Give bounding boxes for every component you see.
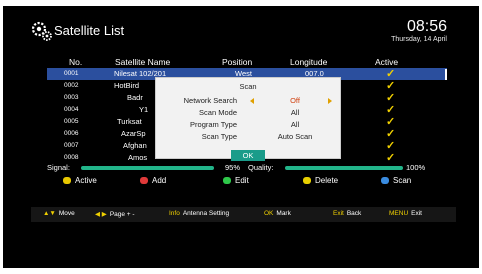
satellite-name: Turksat [117, 117, 142, 126]
legend-active[interactable]: Active [63, 176, 97, 185]
hint-exit: Exit Back [333, 210, 362, 217]
scan-type-label: Scan Type [201, 132, 237, 141]
active-check-icon[interactable]: ✓ [386, 151, 395, 164]
legend-add[interactable]: Add [140, 176, 166, 185]
tv-screen: Satellite List 08:56 Thursday, 14 April … [3, 6, 479, 268]
blue-key-icon [381, 177, 389, 184]
quality-percent: 100% [406, 163, 426, 172]
ok-button[interactable]: OK [231, 150, 265, 161]
hint-move: ▲▼ Move [43, 210, 75, 217]
row-number: 0005 [64, 118, 79, 125]
network-search-row[interactable]: Network Search Off [156, 96, 340, 107]
legend-edit[interactable]: Edit [223, 176, 249, 185]
column-header-active: Active [375, 57, 399, 67]
program-type-label: Program Type [190, 120, 237, 129]
column-header-longitude: Longitude [290, 57, 328, 67]
row-number: 0003 [64, 94, 79, 101]
column-header-no: No. [69, 57, 83, 67]
clock-time: 08:56 [406, 18, 447, 35]
row-number: 0006 [64, 130, 79, 137]
yellow-key-icon [63, 177, 71, 184]
signal-label: Signal: [47, 163, 70, 172]
satellite-name: Amos [128, 153, 148, 162]
scan-dialog: Scan Network Search Off Scan Mode All Pr… [155, 77, 341, 161]
dialog-title: Scan [239, 82, 257, 91]
gear-icon [31, 21, 52, 41]
legend-scan[interactable]: Scan [381, 176, 411, 185]
hint-ok: OK Mark [264, 210, 291, 217]
green-key-icon [223, 177, 231, 184]
scan-mode-label: Scan Mode [199, 108, 237, 117]
arrow-left-icon[interactable] [250, 98, 254, 104]
scan-mode-value[interactable]: All [273, 108, 317, 117]
signal-percent: 95% [225, 163, 241, 172]
column-header-position: Position [222, 57, 253, 67]
network-search-value[interactable]: Off [273, 96, 317, 105]
quality-label: Quality: [248, 163, 274, 172]
scan-type-row[interactable]: Scan Type Auto Scan [156, 132, 340, 143]
hint-info: Info Antenna Setting [169, 210, 230, 217]
program-type-row[interactable]: Program Type All [156, 120, 340, 131]
legend-delete[interactable]: Delete [303, 176, 338, 185]
red-key-icon [140, 177, 148, 184]
satellite-name: Y1 [139, 105, 149, 114]
arrow-right-icon[interactable] [328, 98, 332, 104]
satellite-name: Badr [127, 93, 143, 102]
signal-bar [81, 166, 214, 170]
satellite-name: AzarSp [121, 129, 146, 138]
scrollbar[interactable] [445, 69, 447, 80]
row-number: 0008 [64, 154, 79, 161]
network-search-label: Network Search [183, 96, 237, 105]
clock-date: Thursday, 14 April [391, 36, 447, 43]
row-number: 0001 [64, 70, 79, 77]
column-header-satellite-name: Satellite Name [115, 57, 171, 67]
hint-bar: ▲▼ Move ◀ ▶ Page + - Info Antenna Setting O… [31, 207, 456, 222]
yellow-key-icon [303, 177, 311, 184]
row-number: 0002 [64, 82, 79, 89]
row-number: 0004 [64, 106, 79, 113]
program-type-value[interactable]: All [273, 120, 317, 129]
satellite-name: HotBird [114, 81, 140, 90]
hint-menu: MENU Exit [389, 210, 422, 217]
satellite-name: Afghan [123, 141, 147, 150]
scan-type-value[interactable]: Auto Scan [273, 132, 317, 141]
page-title: Satellite List [54, 23, 125, 38]
row-number: 0007 [64, 142, 79, 149]
hint-page: ◀ ▶ Page + - [95, 211, 135, 218]
scan-mode-row[interactable]: Scan Mode All [156, 108, 340, 119]
quality-bar [285, 166, 403, 170]
